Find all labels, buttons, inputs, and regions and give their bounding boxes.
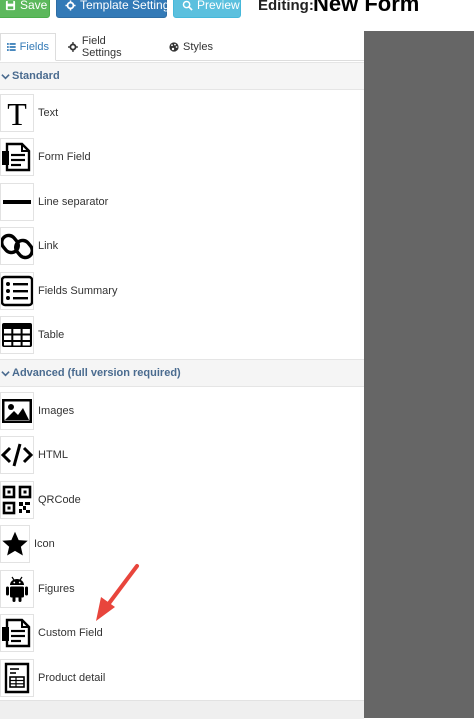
bulleted-list-icon: [0, 272, 34, 310]
preview-button[interactable]: Preview: [173, 0, 241, 18]
field-item-html[interactable]: HTML: [0, 433, 364, 477]
field-item-icon[interactable]: Icon: [0, 522, 364, 566]
text-t-icon: T: [0, 94, 34, 132]
form-title: New Form: [313, 0, 420, 16]
chevron-down-icon: [1, 370, 10, 376]
field-item-custom-field[interactable]: Custom Field: [0, 611, 364, 655]
palette-icon: [169, 42, 179, 52]
field-item-label: HTML: [38, 449, 68, 461]
panel-footer: [0, 700, 364, 719]
field-item-qrcode[interactable]: QRCode: [0, 478, 364, 522]
field-item-label: Line separator: [38, 196, 109, 208]
gear-icon: [68, 42, 78, 52]
save-button-label: Save: [20, 0, 48, 12]
field-item-label: Images: [38, 405, 75, 417]
field-item-label: Table: [38, 329, 65, 341]
template-settings-button[interactable]: Template Settings: [56, 0, 175, 18]
search-icon: [182, 0, 193, 11]
document-icon: [0, 138, 34, 176]
field-item-label: Fields Summary: [38, 285, 118, 297]
document-icon: [0, 614, 34, 652]
field-item-form-field[interactable]: Form Field: [0, 135, 364, 179]
horizontal-line-icon: [0, 183, 34, 221]
field-item-figures[interactable]: Figures: [0, 567, 364, 611]
list-icon: [7, 43, 16, 51]
tab-fields[interactable]: Fields: [0, 33, 56, 61]
android-icon: [0, 570, 34, 608]
field-item-label: QRCode: [38, 494, 81, 506]
tab-fields-label: Fields: [19, 41, 49, 53]
image-icon: [0, 392, 34, 430]
tab-styles-label: Styles: [183, 41, 213, 53]
chain-link-icon: [0, 227, 34, 265]
field-item-label: Custom Field: [38, 627, 103, 639]
save-icon: [5, 0, 16, 10]
star-icon: [0, 525, 30, 563]
field-item-product-detail[interactable]: Product detail: [0, 656, 364, 700]
toolbar: Save Template Settings Preview Editing: …: [0, 0, 474, 20]
template-settings-label: Template Settings: [80, 0, 176, 12]
invoice-icon: [0, 659, 34, 697]
section-standard-title: Standard: [12, 70, 60, 82]
field-item-label: Text: [38, 107, 59, 119]
field-item-images[interactable]: Images: [0, 389, 364, 433]
panel-tabs: Fields Field Settings Styles: [0, 31, 364, 61]
field-item-label: Form Field: [38, 151, 91, 163]
field-item-label: Figures: [38, 583, 75, 595]
tab-field-settings-label: Field Settings: [81, 35, 122, 59]
code-icon: [0, 436, 34, 474]
field-item-table[interactable]: Table: [0, 313, 364, 357]
field-item-fields-summary[interactable]: Fields Summary: [0, 269, 364, 313]
qrcode-icon: [0, 481, 34, 519]
field-item-link[interactable]: Link: [0, 224, 364, 268]
preview-button-label: Preview: [197, 0, 240, 12]
field-item-label: Product detail: [38, 672, 106, 684]
section-advanced-title: Advanced (full version required): [12, 367, 181, 379]
svg-text:T: T: [7, 97, 27, 129]
field-item-label: Link: [38, 240, 59, 252]
tab-field-settings[interactable]: Field Settings: [62, 33, 154, 61]
save-button[interactable]: Save: [0, 0, 50, 18]
tab-styles[interactable]: Styles: [163, 33, 223, 61]
section-standard-header[interactable]: Standard: [0, 62, 364, 90]
fields-panel: Fields Field Settings Styles Standard T …: [0, 31, 364, 719]
editing-label: Editing:: [258, 0, 314, 14]
form-canvas[interactable]: [364, 31, 474, 718]
field-item-text[interactable]: T Text: [0, 91, 364, 135]
gear-icon: [65, 0, 76, 11]
section-advanced-header[interactable]: Advanced (full version required): [0, 359, 364, 387]
table-grid-icon: [0, 316, 34, 354]
field-item-line-separator[interactable]: Line separator: [0, 180, 364, 224]
chevron-down-icon: [1, 73, 10, 79]
field-item-label: Icon: [34, 538, 55, 550]
